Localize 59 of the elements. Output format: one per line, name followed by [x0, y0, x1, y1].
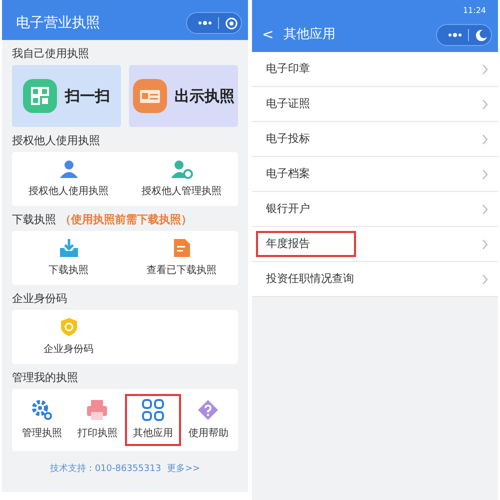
status-time: 11:24	[462, 5, 486, 17]
list-item[interactable]: 电子证照	[252, 87, 498, 122]
list-item[interactable]: 电子投标	[252, 122, 498, 157]
support-text: 技术支持：010-86355313	[50, 463, 162, 476]
list-item[interactable]: 电子印章	[252, 52, 498, 87]
menu-tile[interactable]: 授权他人使用执照	[12, 157, 125, 201]
button-label: 扫一扫	[65, 86, 110, 107]
menu-tile[interactable]: 企业身份码	[12, 315, 125, 359]
menu-tile[interactable]: 其他应用	[125, 394, 180, 446]
more-icon[interactable]	[198, 21, 212, 25]
chevron-icon	[482, 204, 488, 214]
section-label: 管理我的执照	[12, 370, 78, 386]
help-icon	[197, 399, 220, 421]
item-label: 电子印章	[265, 60, 311, 77]
more-icon[interactable]	[448, 33, 462, 37]
moon-icon[interactable]	[475, 28, 488, 42]
window-title: 电子营业执照	[16, 14, 100, 33]
shield-icon	[60, 317, 78, 337]
list-item[interactable]: 投资任职情况查询	[252, 262, 498, 297]
qr-code-icon	[23, 79, 57, 113]
document-icon	[172, 238, 190, 258]
download-icon	[58, 238, 78, 258]
show-license-button[interactable]: 出示执照	[129, 65, 238, 127]
window-title: 其他应用	[284, 26, 336, 44]
menu-tile[interactable]: 授权他人管理执照	[125, 157, 238, 201]
list-item[interactable]: 电子档案	[252, 157, 498, 192]
list-item[interactable]: 银行开户	[252, 192, 498, 227]
chevron-icon	[482, 64, 488, 74]
chevron-icon	[482, 238, 488, 250]
chevron-icon	[482, 98, 488, 110]
item-label: 电子证照	[265, 96, 311, 112]
item-label: 年度报告	[256, 231, 356, 257]
button-label: 出示执照	[174, 86, 234, 107]
item-label: 电子投标	[265, 130, 311, 147]
menu-tile[interactable]: 下载执照	[12, 236, 125, 280]
list-item[interactable]: 年度报告	[252, 227, 498, 262]
chevron-icon	[482, 168, 488, 180]
section-note: （使用执照前需下载执照）	[60, 212, 192, 228]
gear-icon	[30, 399, 53, 421]
section-label: 企业身份码	[12, 290, 67, 307]
chevron-icon	[482, 274, 488, 284]
person-icon	[58, 159, 78, 179]
id-card-icon	[132, 79, 166, 113]
scan-button[interactable]: 扫一扫	[12, 65, 121, 127]
menu-tile[interactable]: 使用帮助	[180, 394, 236, 446]
grid-icon	[142, 399, 164, 421]
menu-tile[interactable]: 打印执照	[70, 394, 125, 446]
printer-icon	[86, 399, 108, 421]
item-label: 电子档案	[265, 166, 311, 182]
back-button[interactable]: <	[262, 24, 274, 46]
section-label: 我自己使用执照	[12, 46, 89, 62]
chevron-icon	[482, 134, 488, 144]
menu-tile[interactable]: 管理执照	[14, 394, 70, 446]
item-label: 银行开户	[265, 200, 311, 217]
section-label: 授权他人使用执照	[12, 132, 100, 149]
person-gear-icon	[170, 159, 192, 179]
menu-tile[interactable]: 查看已下载执照	[125, 236, 238, 280]
item-label: 投资任职情况查询	[265, 270, 355, 287]
section-label: 下载执照	[12, 212, 56, 228]
